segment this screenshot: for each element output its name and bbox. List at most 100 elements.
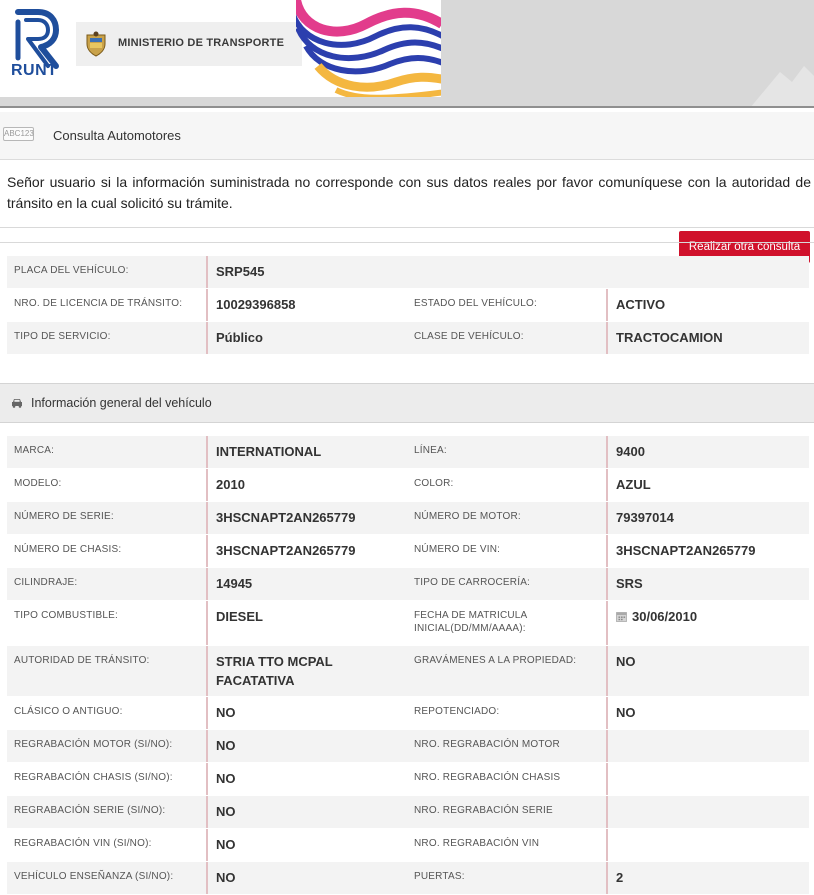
field-label: NÚMERO DE VIN: (414, 544, 501, 555)
section-title: Información general del vehículo (31, 396, 212, 410)
field-label: TIPO COMBUSTIBLE: (14, 610, 118, 621)
field-label: NRO. REGRABACIÓN MOTOR (414, 739, 560, 750)
summary-row: TIPO DE SERVICIO: Público CLASE DE VEHÍC… (7, 322, 809, 354)
field-label: LÍNEA: (414, 445, 447, 456)
field-label: CLASE DE VEHÍCULO: (414, 331, 524, 342)
field-value: 2010 (206, 469, 406, 501)
class-value: TRACTOCAMION (606, 322, 809, 354)
tab-title: Consulta Automotores (53, 128, 181, 143)
detail-row: REGRABACIÓN SERIE (SI/NO): NO NRO. REGRA… (7, 796, 809, 828)
detail-row: TIPO COMBUSTIBLE: DIESEL FECHA DE MATRIC… (7, 601, 809, 645)
field-value: 14945 (206, 568, 406, 600)
top-banner: RUNT MINISTERIO DE TRANSPORTE (0, 0, 814, 108)
registration-date-field: 30/06/2010 (606, 601, 809, 645)
summary-row: PLACA DEL VEHÍCULO: SRP545 (7, 256, 809, 288)
field-label: NRO. REGRABACIÓN SERIE (414, 805, 553, 816)
field-label: REGRABACIÓN MOTOR (SI/NO): (14, 739, 173, 750)
notice-text: Señor usuario si la información suminist… (7, 174, 811, 211)
field-value: 2 (606, 862, 809, 894)
detail-row: MODELO: 2010 COLOR: AZUL (7, 469, 809, 501)
detail-row: NÚMERO DE CHASIS: 3HSCNAPT2AN265779 NÚME… (7, 535, 809, 567)
ministry-label: MINISTERIO DE TRANSPORTE (118, 37, 285, 49)
field-value: NO (606, 646, 809, 696)
field-value (606, 829, 809, 861)
field-value: 3HSCNAPT2AN265779 (206, 502, 406, 534)
divider (0, 242, 814, 243)
field-value (606, 763, 809, 795)
watermark-shape (750, 66, 814, 108)
field-label: NRO. REGRABACIÓN VIN (414, 838, 540, 849)
field-value: SRS (606, 568, 809, 600)
service-value: Público (206, 322, 406, 354)
field-label: REGRABACIÓN VIN (SI/NO): (14, 838, 152, 849)
field-label: TIPO DE CARROCERÍA: (414, 577, 531, 588)
logo-area: RUNT MINISTERIO DE TRANSPORTE (0, 0, 441, 97)
section-header-general-info[interactable]: Información general del vehículo (0, 383, 814, 423)
field-label: TIPO DE SERVICIO: (14, 331, 111, 342)
field-value: NO (206, 763, 406, 795)
field-label: REGRABACIÓN SERIE (SI/NO): (14, 805, 166, 816)
divider (0, 227, 814, 228)
field-label: CLÁSICO O ANTIGUO: (14, 706, 123, 717)
field-label: FECHA DE MATRICULA INICIAL(DD/MM/AAAA): (414, 610, 527, 634)
field-value: 3HSCNAPT2AN265779 (606, 535, 809, 567)
field-label: NÚMERO DE CHASIS: (14, 544, 122, 555)
car-icon (12, 399, 22, 408)
details-grid: MARCA: INTERNATIONAL LÍNEA: 9400 MODELO:… (7, 436, 809, 895)
field-value: NO (206, 730, 406, 762)
field-value: INTERNATIONAL (206, 436, 406, 468)
field-value: NO (606, 697, 809, 729)
field-value: NO (206, 862, 406, 894)
field-label: ESTADO DEL VEHÍCULO: (414, 298, 537, 309)
field-label: MODELO: (14, 478, 62, 489)
registration-date-value: 30/06/2010 (632, 609, 698, 624)
detail-row: CILINDRAJE: 14945 TIPO DE CARROCERÍA: SR… (7, 568, 809, 600)
field-value: NO (206, 829, 406, 861)
field-value: 79397014 (606, 502, 809, 534)
field-label: COLOR: (414, 478, 454, 489)
field-value: AZUL (606, 469, 809, 501)
field-label: GRAVÁMENES A LA PROPIEDAD: (414, 655, 577, 666)
calendar-icon (616, 612, 627, 622)
field-value: 9400 (606, 436, 809, 468)
field-value: 3HSCNAPT2AN265779 (206, 535, 406, 567)
field-value: NO (206, 697, 406, 729)
field-label: NRO. DE LICENCIA DE TRÁNSITO: (14, 298, 183, 309)
field-label: NÚMERO DE MOTOR: (414, 511, 521, 522)
summary-grid: PLACA DEL VEHÍCULO: SRP545 NRO. DE LICEN… (7, 256, 809, 355)
detail-row: NÚMERO DE SERIE: 3HSCNAPT2AN265779 NÚMER… (7, 502, 809, 534)
detail-row: VEHÍCULO ENSEÑANZA (SI/NO): NO PUERTAS: … (7, 862, 809, 894)
detail-row: AUTORIDAD DE TRÁNSITO: STRIA TTO MCPAL F… (7, 646, 809, 696)
detail-row: REGRABACIÓN CHASIS (SI/NO): NO NRO. REGR… (7, 763, 809, 795)
detail-row: REGRABACIÓN MOTOR (SI/NO): NO NRO. REGRA… (7, 730, 809, 762)
field-label: CILINDRAJE: (14, 577, 78, 588)
field-label: PLACA DEL VEHÍCULO: (14, 265, 129, 276)
status-value: ACTIVO (606, 289, 809, 321)
tab-bar: ABC123 Consulta Automotores Realizar otr… (0, 112, 814, 263)
detail-row: REGRABACIÓN VIN (SI/NO): NO NRO. REGRABA… (7, 829, 809, 861)
field-label: REGRABACIÓN CHASIS (SI/NO): (14, 772, 173, 783)
field-label: MARCA: (14, 445, 55, 456)
runt-logo-text: RUNT (11, 62, 58, 79)
field-label: PUERTAS: (414, 871, 465, 882)
detail-row: CLÁSICO O ANTIGUO: NO REPOTENCIADO: NO (7, 697, 809, 729)
field-value: NO (206, 796, 406, 828)
summary-row: NRO. DE LICENCIA DE TRÁNSITO: 1002939685… (7, 289, 809, 321)
plate-icon: ABC123 (3, 127, 34, 141)
coat-of-arms-icon (86, 31, 106, 57)
decorative-swoosh (296, 0, 441, 97)
banner-divider (0, 106, 814, 108)
license-value: 10029396858 (206, 289, 406, 321)
plate-value: SRP545 (206, 256, 809, 288)
field-label: VEHÍCULO ENSEÑANZA (SI/NO): (14, 871, 174, 882)
field-label: NRO. REGRABACIÓN CHASIS (414, 772, 561, 783)
ministry-logo: MINISTERIO DE TRANSPORTE (76, 22, 302, 66)
field-value: STRIA TTO MCPAL FACATATIVA (206, 646, 386, 696)
field-value (606, 730, 809, 762)
field-label: AUTORIDAD DE TRÁNSITO: (14, 655, 150, 666)
field-label: REPOTENCIADO: (414, 706, 500, 717)
field-value (606, 796, 809, 828)
detail-row: MARCA: INTERNATIONAL LÍNEA: 9400 (7, 436, 809, 468)
field-value: DIESEL (206, 601, 406, 645)
field-label: NÚMERO DE SERIE: (14, 511, 114, 522)
